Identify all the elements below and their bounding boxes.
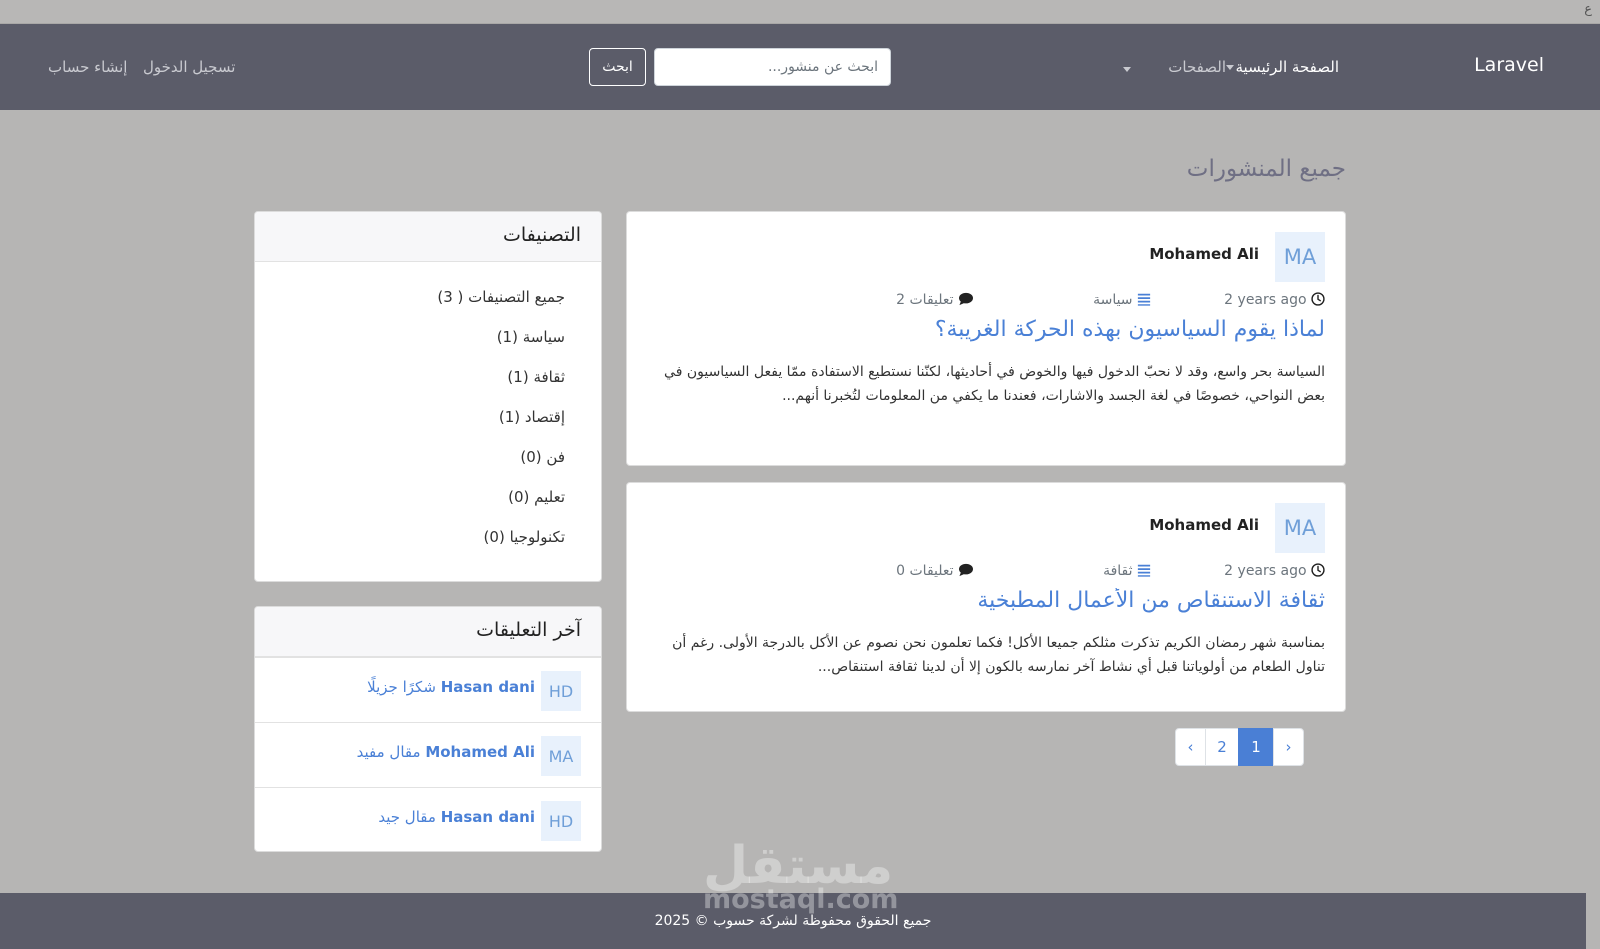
- comment-body: مقال مفيد: [356, 743, 421, 761]
- list-icon: [1137, 564, 1151, 577]
- post-category[interactable]: ثقافة: [1103, 563, 1151, 579]
- comment-item[interactable]: HD Hasan dani مقال جيد: [255, 787, 601, 851]
- list-icon: [1137, 293, 1151, 306]
- comment-user: Mohamed Ali: [425, 743, 535, 761]
- brand-link[interactable]: Laravel: [1474, 54, 1544, 76]
- search-button[interactable]: ابحث: [589, 48, 646, 86]
- comment-link[interactable]: Hasan dani مقال جيد: [378, 808, 535, 826]
- commenter-avatar: HD: [541, 671, 581, 711]
- login-link[interactable]: تسجيل الدخول: [143, 58, 235, 76]
- comment-icon: [959, 563, 973, 577]
- post-comments-text: 2 تعليقات: [896, 292, 954, 308]
- category-item-culture[interactable]: ثقافة (1): [255, 368, 565, 408]
- top-strip-glyph: ع: [1584, 2, 1592, 17]
- nav-pages-dropdown[interactable]: الصفحات: [1168, 58, 1238, 76]
- pagination: ‹ 2 1 ›: [1175, 728, 1304, 766]
- commenter-avatar: MA: [541, 736, 581, 776]
- post-comments-text: 0 تعليقات: [896, 563, 954, 579]
- clock-icon: [1311, 563, 1325, 577]
- register-link[interactable]: إنشاء حساب: [48, 58, 127, 76]
- post-category-text: ثقافة: [1103, 563, 1133, 579]
- post-time: 2 years ago: [1224, 292, 1325, 308]
- post-author: Mohamed Ali: [1149, 245, 1259, 263]
- author-avatar: MA: [1275, 503, 1325, 553]
- post-time-text: 2 years ago: [1224, 563, 1307, 579]
- category-item-education[interactable]: تعليم (0): [255, 488, 565, 528]
- commenter-avatar: HD: [541, 801, 581, 841]
- pagination-prev-button[interactable]: ‹: [1175, 728, 1206, 766]
- post-card: MA Mohamed Ali 2 years ago ثقافة 0 تعليق…: [626, 482, 1346, 712]
- post-excerpt: بمناسبة شهر رمضان الكريم تذكرت مثلكم جمي…: [672, 635, 1325, 675]
- post-category-text: سياسة: [1093, 292, 1133, 308]
- comment-item[interactable]: MA Mohamed Ali مقال مفيد: [255, 722, 601, 787]
- nav-home-link[interactable]: الصفحة الرئيسية: [1236, 58, 1340, 76]
- comment-icon: [959, 292, 973, 306]
- latest-comments-card: آخر التعليقات HD Hasan dani شكرًا جزيلًا…: [254, 606, 602, 852]
- category-item-economy[interactable]: إقتصاد (1): [255, 408, 565, 448]
- category-item-all[interactable]: جميع التصنيفات ( 3): [255, 288, 565, 328]
- comment-user: Hasan dani: [440, 678, 535, 696]
- caret-down-icon: [1226, 65, 1234, 70]
- dropdown-caret-icon[interactable]: [1123, 67, 1131, 72]
- categories-title: التصنيفات: [255, 212, 601, 262]
- post-comments-count: 2 تعليقات: [896, 292, 974, 308]
- post-excerpt: السياسة بحر واسع، وقد لا نحبّ الدخول فيه…: [664, 364, 1325, 404]
- footer-copyright: جميع الحقوق محفوظة لشركة حسوب © 2025: [654, 913, 932, 929]
- browser-top-strip: ع: [0, 0, 1600, 24]
- navbar: Laravel الصفحة الرئيسية الصفحات ابحث تسج…: [0, 24, 1600, 110]
- post-title-link[interactable]: لماذا يقوم السياسيون بهذه الحركة الغريبة…: [647, 317, 1325, 342]
- search-input[interactable]: [654, 48, 891, 86]
- post-author: Mohamed Ali: [1149, 516, 1259, 534]
- comment-item[interactable]: HD Hasan dani شكرًا جزيلًا: [255, 657, 601, 722]
- comment-user: Hasan dani: [440, 808, 535, 826]
- mostaql-watermark: مستقل mostaql.com: [703, 840, 899, 915]
- latest-comments-title: آخر التعليقات: [255, 607, 601, 657]
- category-item-technology[interactable]: تكنولوجيا (0): [255, 528, 565, 568]
- post-comments-count: 0 تعليقات: [896, 563, 974, 579]
- comment-body: مقال جيد: [378, 808, 436, 826]
- post-time-text: 2 years ago: [1224, 292, 1307, 308]
- categories-card: التصنيفات جميع التصنيفات ( 3) سياسة (1) …: [254, 211, 602, 582]
- clock-icon: [1311, 292, 1325, 306]
- pagination-page-2[interactable]: 2: [1205, 728, 1239, 766]
- author-avatar: MA: [1275, 232, 1325, 282]
- nav-pages-label: الصفحات: [1168, 58, 1226, 76]
- page-title: جميع المنشورات: [1186, 156, 1346, 182]
- category-item-politics[interactable]: سياسة (1): [255, 328, 565, 368]
- post-card: MA Mohamed Ali 2 years ago سياسة 2 تعليق…: [626, 211, 1346, 466]
- post-category[interactable]: سياسة: [1093, 292, 1151, 308]
- comment-link[interactable]: Hasan dani شكرًا جزيلًا: [367, 678, 535, 696]
- comment-link[interactable]: Mohamed Ali مقال مفيد: [357, 743, 535, 761]
- category-item-art[interactable]: فن (0): [255, 448, 565, 488]
- post-title-link[interactable]: ثقافة الاستنقاص من الأعمال المطبخية: [647, 588, 1325, 613]
- pagination-next-button[interactable]: ›: [1273, 728, 1304, 766]
- categories-list: جميع التصنيفات ( 3) سياسة (1) ثقافة (1) …: [255, 262, 601, 568]
- comment-body: شكرًا جزيلًا: [367, 678, 436, 696]
- pagination-page-1-active[interactable]: 1: [1238, 728, 1274, 766]
- watermark-latin: mostaql.com: [703, 884, 899, 915]
- post-time: 2 years ago: [1224, 563, 1325, 579]
